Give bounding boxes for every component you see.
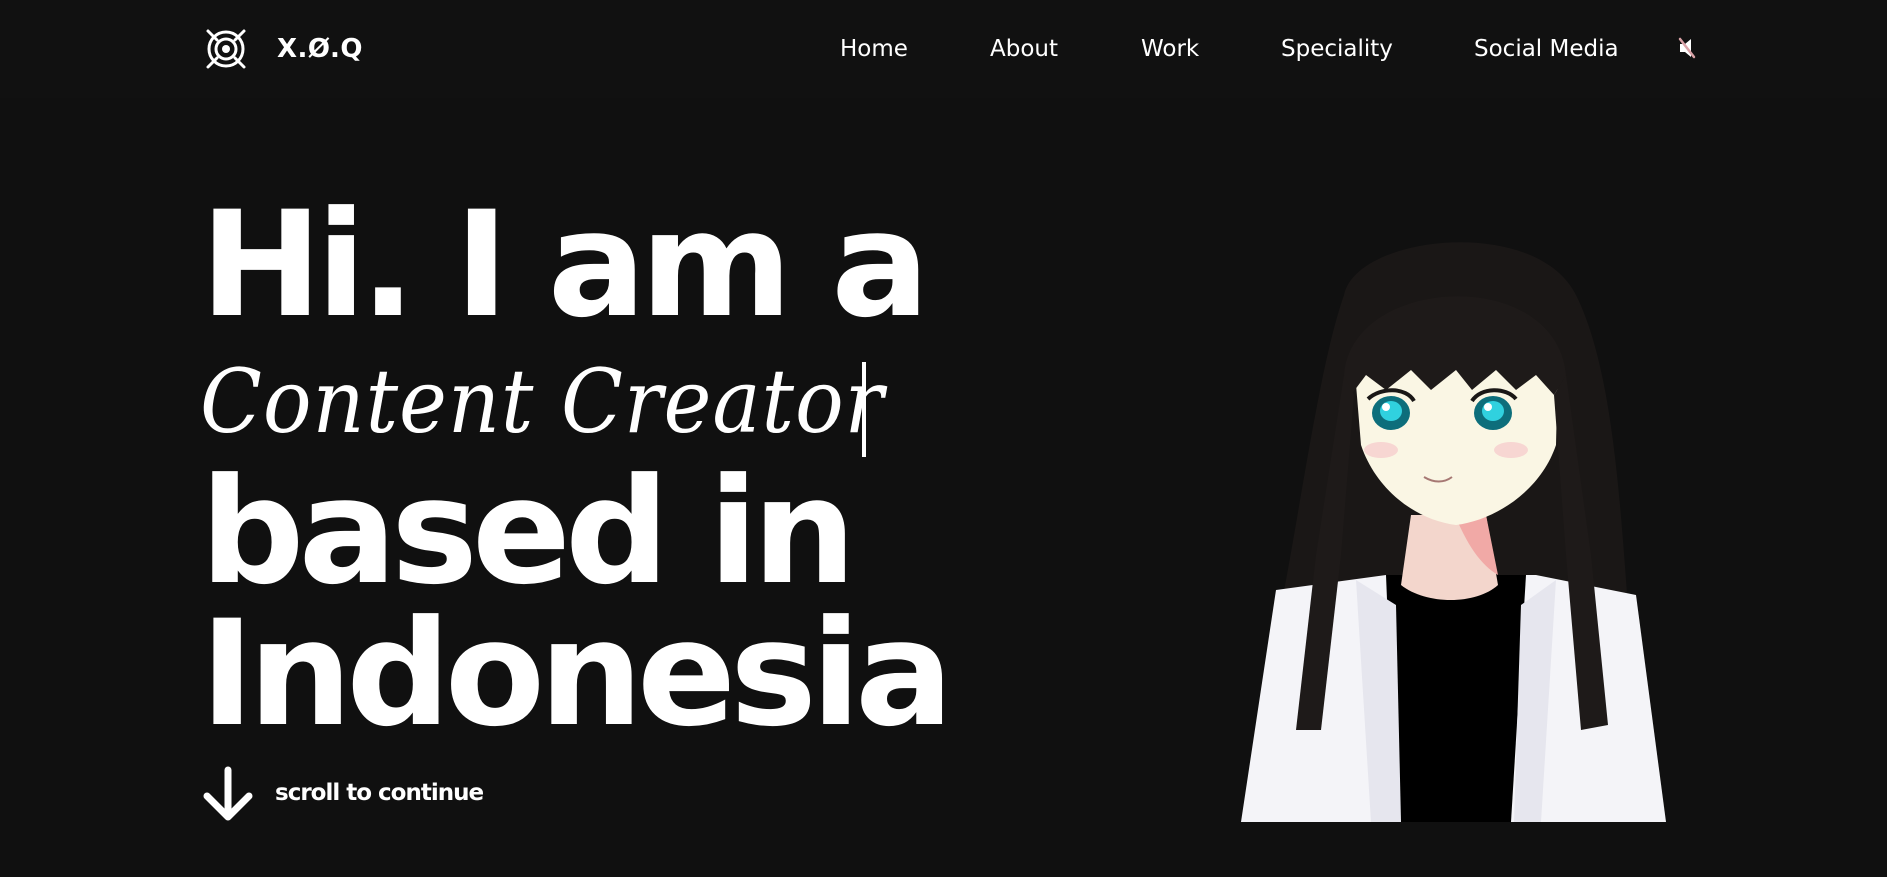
muted-speaker-icon[interactable] xyxy=(1676,36,1698,60)
brand-name[interactable]: X.Ø.Q xyxy=(277,34,363,64)
logo-icon[interactable] xyxy=(205,28,247,70)
top-navbar: X.Ø.Q Home About Work Speciality Social … xyxy=(0,0,1887,98)
hero-role-typewriter: Content Creator xyxy=(200,350,944,457)
hero-line-location: Indonesia xyxy=(200,589,954,759)
scroll-hint[interactable]: scroll to continue xyxy=(275,778,484,808)
nav-speciality[interactable]: Speciality xyxy=(1281,34,1393,64)
hero-role-text: Content Creator xyxy=(200,350,885,453)
nav-social-media[interactable]: Social Media xyxy=(1474,34,1619,64)
avatar-illustration xyxy=(1241,242,1666,822)
nav-work[interactable]: Work xyxy=(1141,34,1199,64)
hero-line-intro: Hi. I am a xyxy=(200,180,930,350)
nav-home[interactable]: Home xyxy=(840,34,908,64)
nav-about[interactable]: About xyxy=(990,34,1058,64)
arrow-down-icon[interactable] xyxy=(202,766,254,822)
typing-caret xyxy=(862,362,866,457)
hero-line-based: based in xyxy=(200,447,856,617)
